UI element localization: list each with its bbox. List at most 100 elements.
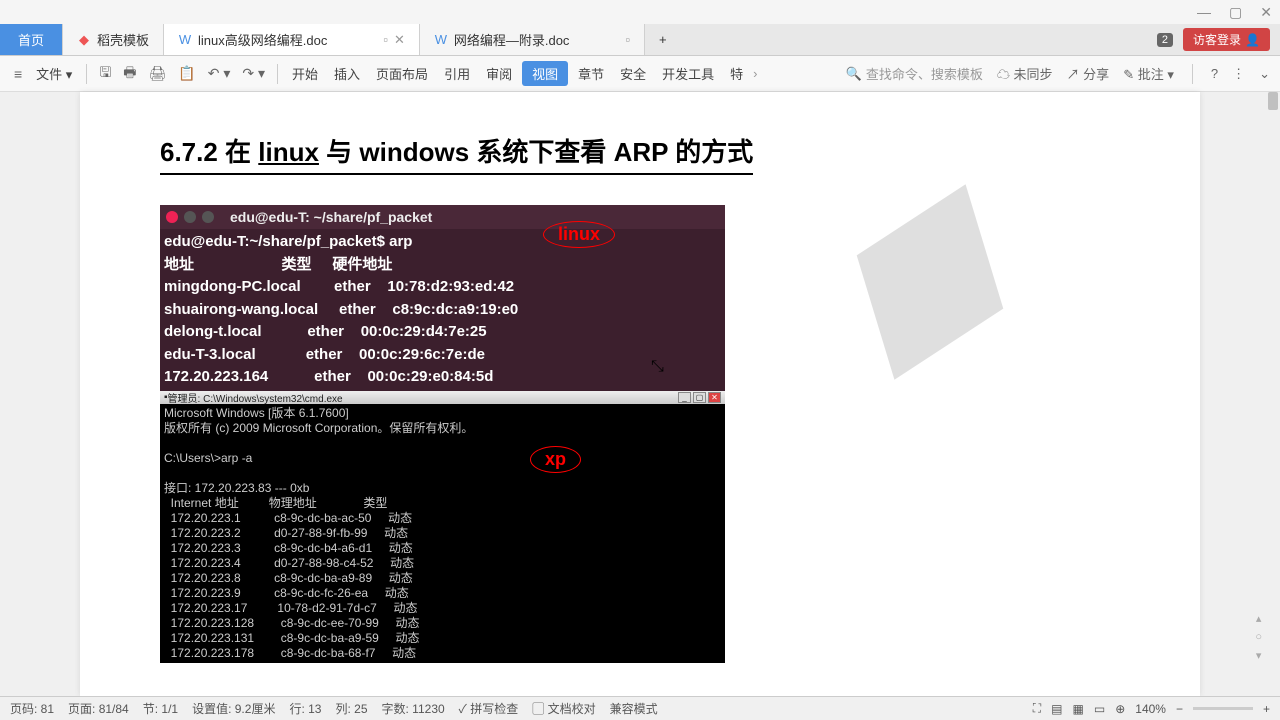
view-read-icon[interactable]: ⊕ xyxy=(1115,702,1125,716)
menu-special[interactable]: 特 xyxy=(724,61,749,86)
tab-menu-icon[interactable]: ▫ xyxy=(625,32,630,47)
tab-menu-icon[interactable]: ▫ xyxy=(383,32,388,47)
status-spellcheck[interactable]: ✓ 拼写检查 xyxy=(459,700,519,717)
tab-template[interactable]: ◆ 稻壳模板 xyxy=(63,24,164,55)
xp-label: xp xyxy=(530,446,581,473)
close-icon: ✕ xyxy=(708,392,721,403)
terminal-line: Internet 地址 物理地址 类型 xyxy=(164,496,721,511)
terminal-line: mingdong-PC.local ether 10:78:d2:93:ed:4… xyxy=(164,276,721,299)
linux-label: linux xyxy=(543,221,615,248)
terminal-line xyxy=(164,436,721,451)
menu-view[interactable]: 视图 xyxy=(522,61,568,86)
menu-security[interactable]: 安全 xyxy=(614,61,652,86)
tab-home[interactable]: 首页 xyxy=(0,24,63,55)
linux-window-title: edu@edu-T: ~/share/pf_packet xyxy=(230,209,432,225)
tab-label: linux高级网络编程.doc xyxy=(198,30,327,49)
menu-reference[interactable]: 引用 xyxy=(438,61,476,86)
word-icon: W xyxy=(178,33,192,47)
menu-devtools[interactable]: 开发工具 xyxy=(656,61,720,86)
share-button[interactable]: ↗ 分享 xyxy=(1067,64,1110,83)
zoom-in-icon[interactable]: + xyxy=(1263,702,1270,716)
terminal-line: 172.20.223.164 ether 00:0c:29:e0:84:5d xyxy=(164,366,721,389)
tab-bar: 首页 ◆ 稻壳模板 W linux高级网络编程.doc ▫ ✕ W 网络编程—附… xyxy=(0,24,1280,56)
view-outline-icon[interactable]: ▦ xyxy=(1073,702,1084,716)
more-icon[interactable]: ⋮ xyxy=(1232,66,1245,82)
max-dot-icon xyxy=(202,211,214,223)
chevron-right-icon[interactable]: › xyxy=(753,66,757,81)
daoke-icon: ◆ xyxy=(77,33,91,47)
close-dot-icon xyxy=(166,211,178,223)
scrollbar-thumb[interactable] xyxy=(1268,92,1278,110)
terminal-line: 接口: 172.20.223.83 --- 0xb xyxy=(164,481,721,496)
print-preview-icon[interactable]: 🖶 xyxy=(119,60,140,88)
zoom-out-icon[interactable]: − xyxy=(1176,702,1183,716)
print-icon[interactable]: 🖨 xyxy=(144,63,170,84)
collapse-icon[interactable]: ⌄ xyxy=(1259,66,1270,82)
menu-icon[interactable]: ≡ xyxy=(10,64,26,84)
search-icon: 🔍 xyxy=(846,66,862,82)
tab-close-icon[interactable]: ✕ xyxy=(394,32,405,48)
notification-badge[interactable]: 2 xyxy=(1157,33,1173,47)
word-icon: W xyxy=(434,33,448,47)
tab-doc-linux[interactable]: W linux高级网络编程.doc ▫ ✕ xyxy=(164,24,420,55)
paste-icon[interactable]: 📋 xyxy=(174,63,199,84)
maximize-icon[interactable]: ▢ xyxy=(1229,4,1242,21)
min-dot-icon xyxy=(184,211,196,223)
view-page-icon[interactable]: ▤ xyxy=(1051,702,1062,716)
status-row: 行: 13 xyxy=(289,700,321,717)
nav-down-icon[interactable]: ▾ xyxy=(1256,649,1262,662)
redo-icon[interactable]: ↷ ▾ xyxy=(238,63,269,84)
help-icon[interactable]: ? xyxy=(1211,66,1218,81)
status-bar: 页码: 81 页面: 81/84 节: 1/1 设置值: 9.2厘米 行: 13… xyxy=(0,696,1280,720)
annotate-button[interactable]: ✎ 批注 ▾ xyxy=(1123,64,1174,83)
terminal-line: 172.20.223.2 d0-27-88-9f-fb-99 动态 xyxy=(164,526,721,541)
watermark-icon xyxy=(763,115,1096,448)
save-icon[interactable]: 🖫 xyxy=(95,60,115,88)
terminal-line: 172.20.223.17 10-78-d2-91-7d-c7 动态 xyxy=(164,601,721,616)
new-tab-button[interactable]: + xyxy=(645,24,681,55)
linux-window-titlebar: edu@edu-T: ~/share/pf_packet xyxy=(160,205,725,229)
menu-review[interactable]: 审阅 xyxy=(480,61,518,86)
sync-button[interactable]: ☁ 未同步 xyxy=(997,64,1053,83)
status-position: 设置值: 9.2厘米 xyxy=(192,700,275,717)
min-icon: _ xyxy=(678,392,691,403)
terminal-line: Microsoft Windows [版本 6.1.7600] xyxy=(164,406,721,421)
page-nav-dots[interactable]: ▴ ○ ▾ xyxy=(1255,612,1262,662)
nav-circle-icon[interactable]: ○ xyxy=(1255,631,1262,643)
minimize-icon[interactable]: — xyxy=(1197,4,1211,20)
menu-start[interactable]: 开始 xyxy=(286,61,324,86)
view-web-icon[interactable]: ▭ xyxy=(1094,702,1105,716)
terminal-line: 172.20.223.131 c8-9c-dc-ba-a9-59 动态 xyxy=(164,631,721,646)
tab-doc-appendix[interactable]: W 网络编程—附录.doc ▫ xyxy=(420,24,645,55)
terminal-line: 172.20.223.8 c8-9c-dc-ba-a9-89 动态 xyxy=(164,571,721,586)
terminal-line: delong-t.local ether 00:0c:29:d4:7e:25 xyxy=(164,321,721,344)
vertical-scrollbar[interactable] xyxy=(1266,92,1280,696)
linux-terminal-screenshot: edu@edu-T: ~/share/pf_packet edu@edu-T:~… xyxy=(160,205,725,391)
zoom-slider[interactable] xyxy=(1193,707,1253,710)
status-page[interactable]: 页面: 81/84 xyxy=(68,700,129,717)
menu-chapter[interactable]: 章节 xyxy=(572,61,610,86)
tab-label: 稻壳模板 xyxy=(97,30,149,49)
menu-insert[interactable]: 插入 xyxy=(328,61,366,86)
nav-up-icon[interactable]: ▴ xyxy=(1256,612,1262,625)
zoom-value[interactable]: 140% xyxy=(1135,702,1166,716)
status-proofread[interactable]: ▢ 文档校对 xyxy=(532,700,595,717)
status-words[interactable]: 字数: 11230 xyxy=(382,700,445,717)
document-page: 6.7.2 在 linux 与 windows 系统下查看 ARP 的方式 ed… xyxy=(80,92,1200,696)
ribbon-toolbar: ≡ 文件 ▾ 🖫 🖶 🖨 📋 ↶ ▾ ↷ ▾ 开始 插入 页面布局 引用 审阅 … xyxy=(0,56,1280,92)
status-pagecode[interactable]: 页码: 81 xyxy=(10,700,54,717)
status-col: 列: 25 xyxy=(335,700,367,717)
terminal-line: C:\Users\>arp -a xyxy=(164,451,721,466)
fullscreen-icon[interactable]: ⛶ xyxy=(1033,701,1041,716)
login-button[interactable]: 访客登录👤 xyxy=(1183,28,1270,51)
close-icon[interactable]: ✕ xyxy=(1260,4,1272,21)
file-menu[interactable]: 文件 ▾ xyxy=(30,61,78,86)
terminal-line: shuairong-wang.local ether c8:9c:dc:a9:1… xyxy=(164,299,721,322)
user-icon: 👤 xyxy=(1245,33,1260,47)
terminal-line: 版权所有 (c) 2009 Microsoft Corporation。保留所有… xyxy=(164,421,721,436)
menu-layout[interactable]: 页面布局 xyxy=(370,61,434,86)
max-icon: ▢ xyxy=(693,392,706,403)
undo-icon[interactable]: ↶ ▾ xyxy=(204,63,235,84)
terminal-line: 172.20.223.128 c8-9c-dc-ee-70-99 动态 xyxy=(164,616,721,631)
search-input[interactable]: 🔍查找命令、搜索模板 xyxy=(846,64,983,83)
